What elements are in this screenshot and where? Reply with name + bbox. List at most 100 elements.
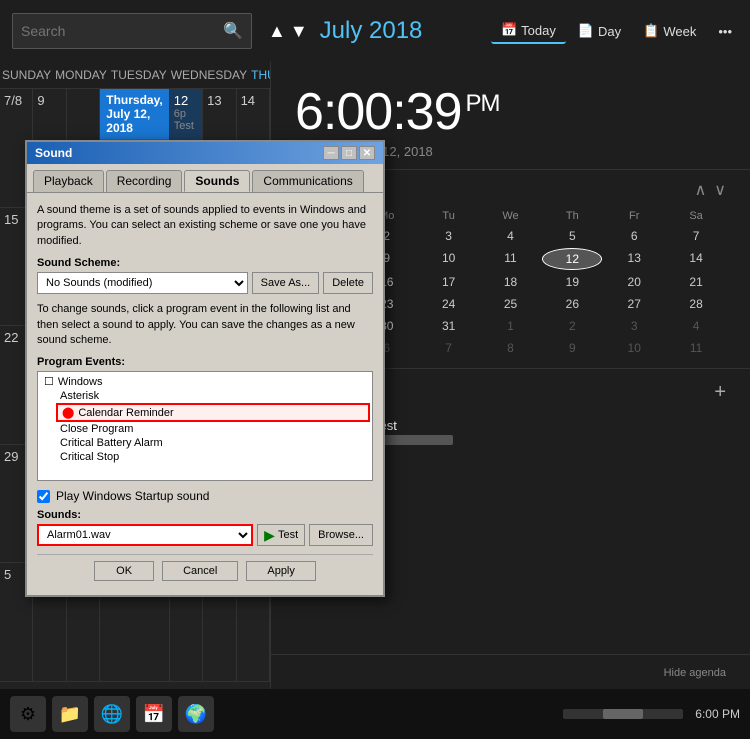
nav-arrows: ▲ ▼ [268, 21, 308, 42]
mini-day-3[interactable]: 3 [419, 226, 479, 246]
event-item-critical-stop[interactable]: Critical Stop [56, 450, 370, 464]
delete-button[interactable]: Delete [323, 272, 373, 294]
dialog-description: A sound theme is a set of sounds applied… [37, 203, 373, 249]
mini-day-13[interactable]: 13 [604, 248, 664, 270]
calendar-icon[interactable]: 📅 [136, 696, 172, 732]
mini-day-aug1[interactable]: 1 [481, 316, 541, 336]
cancel-button[interactable]: Cancel [162, 561, 238, 581]
sound-scheme-row: No Sounds (modified) Save As... Delete [37, 272, 373, 294]
mini-cal-nav: ∧ ∨ [695, 180, 726, 200]
event-item-calendar-reminder[interactable]: ⬤Calendar Reminder [56, 403, 370, 422]
file-explorer-icon[interactable]: 📁 [52, 696, 88, 732]
mini-day-fr: Fr [604, 208, 664, 224]
cal-6p-label: 6p Test [174, 108, 198, 132]
top-bar-right: 📅 Today 📄 Day 📋 Week ••• [491, 18, 742, 44]
mini-day-28[interactable]: 28 [666, 294, 726, 314]
clock-time: 6:00:39PM [295, 82, 726, 142]
taskbar-scroll[interactable] [563, 709, 683, 719]
day-headers: Sunday Monday Tuesday Wednesday Thursday… [0, 62, 270, 89]
mini-day-aug3[interactable]: 3 [604, 316, 664, 336]
mini-day-aug11[interactable]: 11 [666, 338, 726, 358]
dialog-footer: OK Cancel Apply [37, 554, 373, 585]
mini-day-7[interactable]: 7 [666, 226, 726, 246]
day-header-thu: Thursday [249, 62, 270, 88]
day-button[interactable]: 📄 Day [568, 19, 631, 43]
settings-icon[interactable]: ⚙ [10, 696, 46, 732]
today-icon: 📅 [501, 22, 517, 38]
mini-day-10[interactable]: 10 [419, 248, 479, 270]
mini-day-aug4[interactable]: 4 [666, 316, 726, 336]
mini-day-17[interactable]: 17 [419, 272, 479, 292]
day-header-sun: Sunday [0, 62, 53, 88]
mini-day-25[interactable]: 25 [481, 294, 541, 314]
search-icon[interactable]: 🔍 [223, 21, 243, 41]
mini-day-31[interactable]: 31 [419, 316, 479, 336]
sound-scheme-select[interactable]: No Sounds (modified) [37, 272, 248, 294]
mini-day-4[interactable]: 4 [481, 226, 541, 246]
week-button[interactable]: 📋 Week [633, 19, 706, 43]
apply-button[interactable]: Apply [246, 561, 316, 581]
day-header-wed: Wednesday [169, 62, 249, 88]
day-icon: 📄 [578, 23, 594, 39]
more-button[interactable]: ••• [708, 20, 742, 43]
dialog-tabs: Playback Recording Sounds Communications [27, 164, 383, 192]
mini-next-btn[interactable]: ∨ [714, 180, 726, 200]
sounds-label: Sounds: [37, 509, 373, 521]
prev-arrow[interactable]: ▲ [268, 21, 286, 42]
mini-day-24[interactable]: 24 [419, 294, 479, 314]
tab-playback[interactable]: Playback [33, 170, 104, 192]
mini-day-aug10[interactable]: 10 [604, 338, 664, 358]
tab-recording[interactable]: Recording [106, 170, 183, 192]
mini-day-aug7[interactable]: 7 [419, 338, 479, 358]
ok-button[interactable]: OK [94, 561, 154, 581]
mini-day-th: Th [542, 208, 602, 224]
mini-day-6[interactable]: 6 [604, 226, 664, 246]
mini-day-tu: Tu [419, 208, 479, 224]
mini-day-20[interactable]: 20 [604, 272, 664, 292]
test-button[interactable]: ▶ Test [257, 524, 305, 546]
event-item-close[interactable]: Close Program [56, 422, 370, 436]
globe-icon[interactable]: 🌍 [178, 696, 214, 732]
mini-day-aug9[interactable]: 9 [542, 338, 602, 358]
mini-day-27[interactable]: 27 [604, 294, 664, 314]
event-item-asterisk[interactable]: Asterisk [56, 389, 370, 403]
mini-day-5[interactable]: 5 [542, 226, 602, 246]
mini-day-21[interactable]: 21 [666, 272, 726, 292]
next-arrow[interactable]: ▼ [290, 21, 308, 42]
hide-agenda-label: Hide agenda [664, 667, 726, 679]
today-button[interactable]: 📅 Today [491, 18, 566, 44]
mini-day-aug8[interactable]: 8 [481, 338, 541, 358]
add-event-button[interactable]: + [714, 381, 726, 404]
dialog-title: Sound [35, 146, 72, 160]
dialog-close-button[interactable]: ✕ [359, 146, 375, 160]
edge-icon[interactable]: 🌐 [94, 696, 130, 732]
tab-sounds[interactable]: Sounds [184, 170, 250, 192]
search-box[interactable]: 🔍 [12, 13, 252, 49]
startup-label: Play Windows Startup sound [56, 489, 209, 503]
events-list[interactable]: ☐Windows Asterisk ⬤Calendar Reminder Clo… [37, 371, 373, 481]
mini-day-11[interactable]: 11 [481, 248, 541, 270]
dialog-title-bar: Sound ─ □ ✕ [27, 142, 383, 164]
mini-day-14[interactable]: 14 [666, 248, 726, 270]
bottom-bar: ⚙ 📁 🌐 📅 🌍 6:00 PM [0, 689, 750, 739]
startup-checkbox[interactable] [37, 490, 50, 503]
save-as-button[interactable]: Save As... [252, 272, 320, 294]
bottom-right: 6:00 PM [563, 707, 740, 721]
tab-communications[interactable]: Communications [252, 170, 363, 192]
dialog-maximize-button[interactable]: □ [341, 146, 357, 160]
mini-day-12[interactable]: 12 [542, 248, 602, 270]
dialog-minimize-button[interactable]: ─ [323, 146, 339, 160]
event-detail-blur [373, 435, 453, 445]
event-item-windows[interactable]: ☐Windows [40, 374, 370, 389]
browse-button[interactable]: Browse... [309, 524, 373, 546]
mini-day-aug2[interactable]: 2 [542, 316, 602, 336]
event-item-critical-battery[interactable]: Critical Battery Alarm [56, 436, 370, 450]
mini-prev-btn[interactable]: ∧ [695, 180, 707, 200]
dialog-controls: ─ □ ✕ [323, 146, 375, 160]
mini-day-26[interactable]: 26 [542, 294, 602, 314]
search-input[interactable] [21, 23, 201, 39]
mini-day-18[interactable]: 18 [481, 272, 541, 292]
taskbar-icons: ⚙ 📁 🌐 📅 🌍 [10, 696, 214, 732]
sound-file-select[interactable]: Alarm01.wav [37, 524, 253, 546]
mini-day-19[interactable]: 19 [542, 272, 602, 292]
